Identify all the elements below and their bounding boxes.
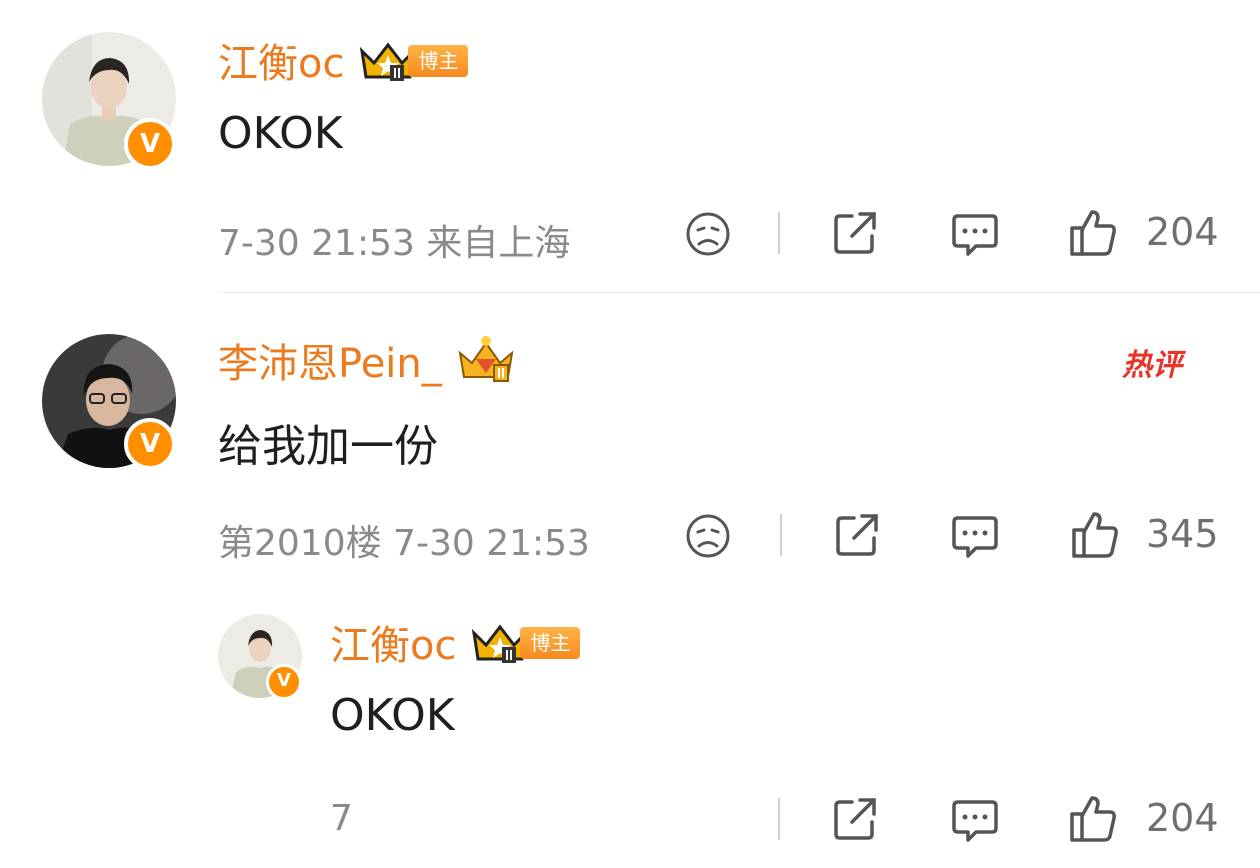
comment-text: OKOK [330, 690, 455, 741]
verified-badge-icon: V [266, 664, 302, 700]
like-button[interactable]: 204 [1068, 792, 1219, 844]
crown-badge-icon [454, 333, 518, 387]
like-button[interactable]: 204 [1068, 206, 1219, 258]
thumbs-up-icon [1068, 206, 1118, 258]
like-button[interactable]: 345 [1070, 508, 1219, 560]
separator [780, 514, 782, 556]
share-icon[interactable] [830, 794, 880, 844]
thumbs-up-icon [1068, 792, 1118, 844]
crown-badge-icon: 博主 [358, 37, 469, 83]
crown-badge-icon: 博主 [470, 619, 581, 665]
divider [218, 292, 1260, 293]
like-count: 345 [1146, 512, 1219, 556]
reply-bubble-icon[interactable] [950, 796, 1000, 846]
like-count: 204 [1146, 796, 1219, 840]
verified-badge-icon: V [124, 418, 176, 470]
separator [778, 212, 780, 254]
role-badge: 博主 [520, 627, 581, 659]
dislike-face-icon[interactable] [684, 512, 732, 560]
comment-meta: 7 [330, 798, 353, 839]
share-icon[interactable] [830, 208, 880, 258]
separator [778, 798, 780, 840]
comment-meta: 第2010楼 7-30 21:53 [218, 523, 590, 564]
comment-text: 给我加一份 [218, 421, 438, 472]
comment-text: OKOK [218, 108, 343, 159]
role-badge: 博主 [408, 45, 469, 77]
hot-comment-badge: 热评 [1122, 348, 1182, 383]
like-count: 204 [1146, 210, 1219, 254]
username[interactable]: 江衡oc [330, 613, 456, 671]
thumbs-up-icon [1070, 508, 1120, 560]
dislike-face-icon[interactable] [684, 210, 732, 258]
verified-badge-icon: V [124, 118, 176, 170]
username[interactable]: 李沛恩Pein_ [218, 331, 442, 389]
reply-bubble-icon[interactable] [950, 512, 1000, 562]
share-icon[interactable] [832, 510, 882, 560]
reply-bubble-icon[interactable] [950, 210, 1000, 260]
username[interactable]: 江衡oc [218, 31, 344, 89]
comment-meta: 7-30 21:53 来自上海 [218, 223, 571, 264]
